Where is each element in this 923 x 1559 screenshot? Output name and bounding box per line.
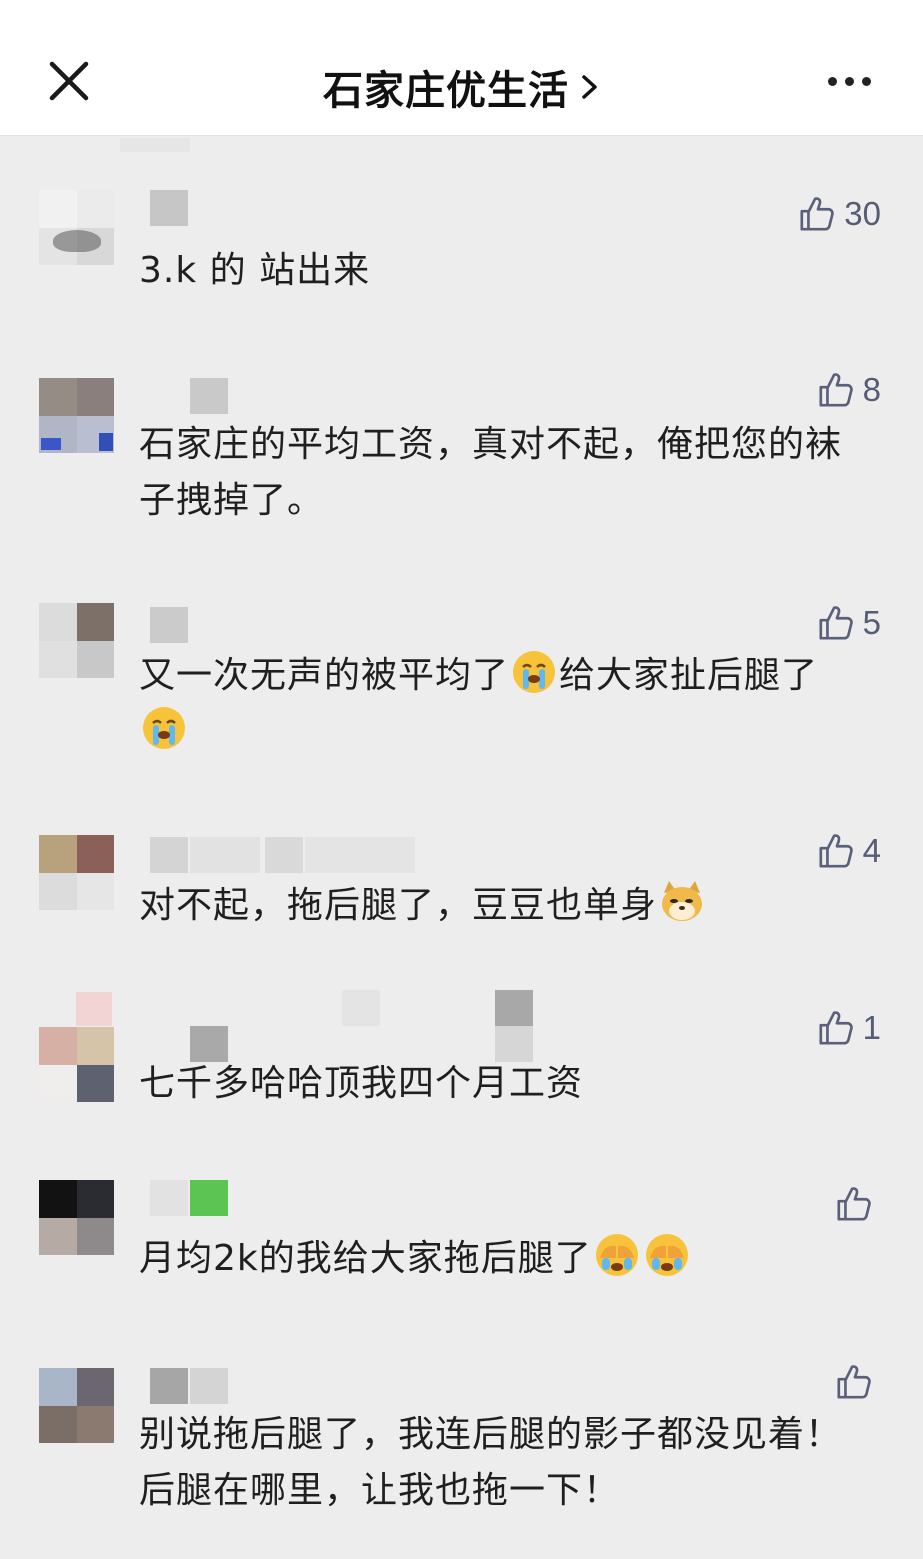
thumbs-up-icon [837,1365,871,1399]
top-bar: 石家庄优生活 [0,0,923,136]
comment-text: 七千多哈哈顶我四个月工资 [139,1063,584,1104]
thumbs-up-icon [819,606,853,640]
like-button[interactable]: 30 [798,192,881,236]
comment-text: 对不起，拖后腿了，豆豆也单身 [139,878,859,934]
comment-text-part: 对不起，拖后腿了，豆豆也单身 [139,885,658,926]
avatar[interactable] [39,378,114,453]
avatar[interactable] [39,1027,114,1102]
more-dot [845,77,854,86]
avatar-fragment [76,992,112,1026]
more-dot [862,77,871,86]
like-count: 1 [862,1009,881,1046]
comment-text-part: 又一次无声的被平均了 [139,655,510,696]
facepalm-emoji-icon [595,1234,638,1276]
avatar[interactable] [39,835,114,910]
like-count: 30 [844,195,881,232]
like-count: 4 [862,832,881,869]
comment-text: 别说拖后腿了，我连后腿的影子都没见着！后腿在哪里，让我也拖一下！ [139,1414,843,1511]
like-button[interactable] [835,1182,881,1226]
account-title-link[interactable]: 石家庄优生活 [0,58,923,114]
avatar[interactable] [39,190,114,265]
like-count: 5 [862,604,881,641]
thumbs-up-icon [800,197,835,231]
like-count: 8 [862,371,881,408]
like-button[interactable] [835,1360,881,1404]
like-button[interactable]: 8 [817,368,881,412]
more-options-button[interactable] [828,70,882,94]
like-button[interactable]: 1 [817,1006,881,1050]
crying-emoji-icon [513,651,556,693]
more-dot [828,77,837,86]
facepalm-emoji-icon [645,1234,688,1276]
divider [120,138,190,152]
avatar[interactable] [39,603,114,678]
crying-emoji-icon [143,707,185,749]
comment-text-part: 月均2k的我给大家拖后腿了 [139,1238,592,1279]
avatar[interactable] [39,1368,114,1443]
comment-text: 月均2k的我给大家拖后腿了 [139,1231,859,1287]
page-title: 石家庄优生活 [322,68,569,114]
comment-text: 又一次无声的被平均了 给大家扯后腿了 [139,648,859,760]
chevron-right-icon [582,75,597,99]
comment-text: 3.k 的 站出来 [139,250,371,291]
thumbs-up-icon [837,1187,871,1221]
like-button[interactable]: 5 [817,601,881,645]
thumbs-up-icon [819,1011,853,1045]
comment-text: 石家庄的平均工资，真对不起，俺把您的袜子拽掉了。 [139,424,843,521]
like-button[interactable]: 4 [817,829,881,873]
doge-emoji-icon [662,881,703,921]
thumbs-up-icon [819,373,853,407]
avatar[interactable] [39,1180,114,1255]
thumbs-up-icon [819,834,853,868]
comment-text-part: 给大家扯后腿了 [559,655,819,696]
